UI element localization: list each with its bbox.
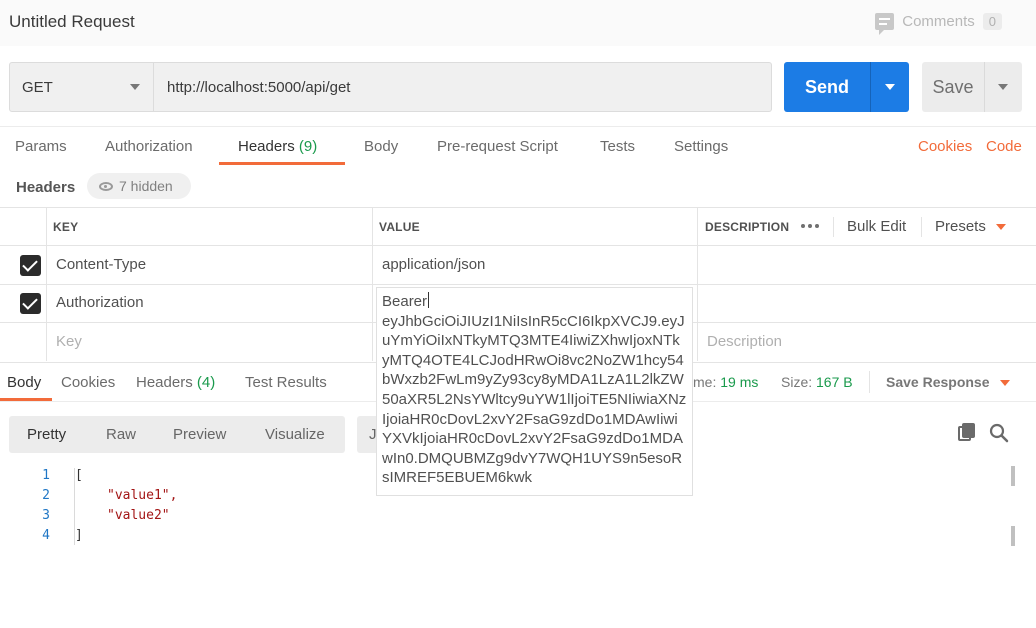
header-key-cell[interactable]: Content-Type [56, 256, 146, 273]
request-tabs: Params Authorization Headers (9) Body Pr… [0, 126, 1036, 166]
presets-dropdown[interactable]: Presets [935, 218, 1006, 235]
text-cursor [428, 292, 430, 308]
tab-headers-label: Headers [238, 138, 295, 155]
tab-body[interactable]: Body [364, 138, 398, 155]
save-button-group: Save [922, 62, 1022, 112]
tab-authorization[interactable]: Authorization [105, 138, 193, 155]
code-link[interactable]: Code [986, 138, 1022, 155]
active-response-tab-indicator [0, 398, 52, 401]
tab-params[interactable]: Params [15, 138, 67, 155]
code-line: "value1", [107, 488, 178, 503]
response-size: Size: 167 B [781, 374, 853, 390]
header-value-cell[interactable]: application/json [382, 256, 485, 273]
header-enabled-checkbox[interactable] [20, 293, 41, 314]
save-response-label: Save Response [886, 374, 990, 390]
code-line: "value2" [107, 508, 170, 523]
hidden-headers-label: 7 hidden [119, 178, 173, 194]
code-line: ] [75, 528, 83, 543]
column-header-key: KEY [53, 220, 79, 234]
request-url-bar: GET http://localhost:5000/api/get [9, 62, 772, 112]
view-pretty-button[interactable]: Pretty [27, 426, 66, 443]
authorization-value-editor[interactable]: Bearer eyJhbGciOiJIUzI1NiIsInR5cCI6IkpXVC… [376, 287, 693, 496]
send-button-group: Send [784, 62, 909, 112]
line-number: 3 [42, 508, 50, 523]
tab-pre-request-script[interactable]: Pre-request Script [437, 138, 558, 155]
chevron-down-icon [130, 84, 140, 90]
view-visualize-button[interactable]: Visualize [265, 426, 325, 443]
url-input[interactable]: http://localhost:5000/api/get [154, 63, 771, 111]
comments-label: Comments [902, 13, 975, 30]
tab-response-headers[interactable]: Headers (4) [136, 374, 215, 391]
save-response-dropdown[interactable]: Save Response [886, 374, 1010, 390]
new-key-input[interactable]: Key [56, 333, 82, 350]
comments-button[interactable]: Comments 0 [875, 13, 1002, 35]
tab-response-cookies[interactable]: Cookies [61, 374, 115, 391]
save-button[interactable]: Save [922, 62, 984, 112]
scrollbar-marker [1011, 526, 1015, 546]
tab-headers-count: (9) [298, 138, 318, 155]
presets-label: Presets [935, 218, 986, 235]
more-options-icon[interactable] [801, 224, 819, 228]
response-size-label: Size: [781, 374, 813, 390]
tab-test-results[interactable]: Test Results [245, 374, 327, 391]
save-options-chevron-icon[interactable] [984, 62, 1022, 112]
bearer-token: eyJhbGciOiJIUzI1NiIsInR5cCI6IkpXVCJ9.eyJ… [382, 312, 687, 487]
send-button[interactable]: Send [784, 62, 870, 112]
search-icon[interactable] [989, 423, 1009, 443]
request-title[interactable]: Untitled Request [9, 12, 135, 32]
tab-response-headers-label: Headers [136, 374, 193, 391]
bearer-prefix: Bearer [382, 293, 428, 310]
cookies-link[interactable]: Cookies [918, 138, 972, 155]
headers-section-title: Headers [16, 179, 76, 196]
response-time-value: 19 ms [720, 374, 759, 390]
chevron-down-icon [999, 380, 1010, 387]
view-raw-button[interactable]: Raw [106, 426, 136, 443]
tab-headers[interactable]: Headers (9) [238, 138, 317, 155]
tab-tests[interactable]: Tests [600, 138, 635, 155]
header-key-cell[interactable]: Authorization [56, 294, 144, 311]
code-line: [ [75, 468, 83, 483]
response-time-label: me: [693, 374, 717, 390]
chevron-down-icon [995, 224, 1006, 231]
bulk-edit-link[interactable]: Bulk Edit [847, 218, 906, 235]
tab-response-headers-count: (4) [196, 374, 216, 391]
comments-count-badge: 0 [982, 13, 1002, 30]
copy-icon[interactable] [957, 423, 977, 443]
eye-icon [99, 181, 113, 191]
method-value: GET [22, 78, 53, 96]
line-number: 2 [42, 488, 50, 503]
response-size-value: 167 B [816, 374, 853, 390]
column-header-value: VALUE [379, 220, 420, 234]
column-header-description: DESCRIPTION [705, 220, 790, 234]
tab-settings[interactable]: Settings [674, 138, 728, 155]
hidden-headers-toggle[interactable]: 7 hidden [87, 173, 191, 199]
new-description-input[interactable]: Description [707, 333, 782, 350]
send-options-chevron-icon[interactable] [870, 62, 909, 112]
method-select[interactable]: GET [10, 63, 154, 111]
view-mode-toolbar: Pretty Raw Preview Visualize [9, 416, 345, 453]
tab-response-body[interactable]: Body [7, 374, 41, 391]
view-preview-button[interactable]: Preview [173, 426, 226, 443]
header-enabled-checkbox[interactable] [20, 255, 41, 276]
active-tab-indicator [219, 162, 345, 165]
line-number: 4 [42, 528, 50, 543]
scrollbar-marker [1011, 466, 1015, 486]
comment-icon [875, 13, 895, 35]
response-time: me: 19 ms [693, 374, 758, 390]
line-number: 1 [42, 468, 50, 483]
